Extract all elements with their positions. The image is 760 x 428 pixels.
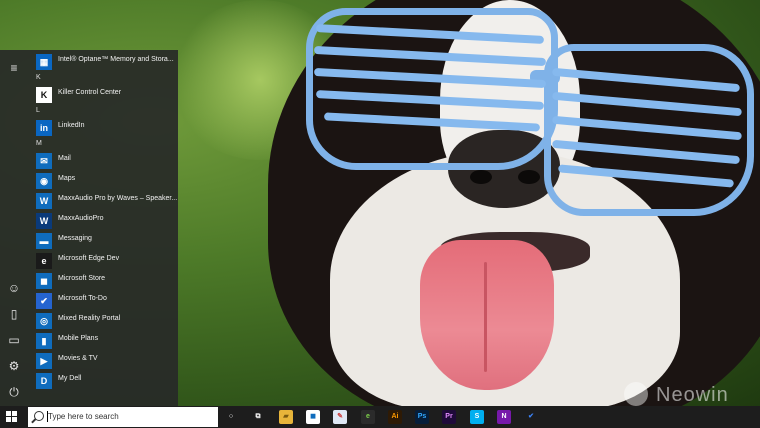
messaging-icon: ▬ [36,233,52,249]
mail-icon: ✉ [36,153,52,169]
my-dell-icon: D [36,373,52,389]
app-list-item[interactable]: ▶ Movies & TV [28,351,178,371]
maxxaudiopro-icon: W [36,213,52,229]
user-avatar-icon[interactable]: ☺ [6,280,22,296]
app-list-item[interactable]: ▬ Messaging [28,231,178,251]
tongue-crease [484,262,487,372]
hamburger-menu-icon[interactable]: ≡ [6,60,22,76]
edge-dev-taskbar-icon[interactable]: e [361,410,375,424]
intel-optane-icon: ▦ [36,54,52,70]
app-list-item[interactable]: ▮ Mobile Plans [28,331,178,351]
movies-tv-icon: ▶ [36,353,52,369]
start-menu: ≡ ☺ ▯ ▭ ⚙ ⏻ ▦ Intel® Optane™ Memory and Stora.… [0,50,178,406]
app-label: My Dell [58,375,82,382]
file-explorer-icon[interactable]: ▰ [279,410,293,424]
taskbar: Type here to search ○ ⧉ ▰ ◼ ✎ e Ai Ps Pr S N ✔ [0,406,760,428]
linkedin-icon: in [36,120,52,136]
todo-icon: ✔ [36,293,52,309]
app-label: Microsoft To-Do [58,295,107,302]
app-label: Mixed Reality Portal [58,315,121,322]
photoshop-icon[interactable]: Ps [415,410,429,424]
dog-tongue [420,240,554,390]
documents-icon[interactable]: ▯ [6,306,22,322]
start-menu-rail: ≡ ☺ ▯ ▭ ⚙ ⏻ [0,50,28,406]
app-label: Maps [58,175,76,182]
illustrator-icon[interactable]: Ai [388,410,402,424]
start-button[interactable] [6,411,18,423]
app-label: Intel® Optane™ Memory and Stora... [58,56,174,63]
app-list-item[interactable]: ◉ Maps [28,171,178,191]
search-box[interactable]: Type here to search [28,407,218,427]
todo-taskbar-icon[interactable]: ✔ [524,410,538,424]
premiere-icon[interactable]: Pr [442,410,456,424]
settings-icon[interactable]: ⚙ [6,358,22,374]
skype-icon[interactable]: S [470,410,484,424]
app-list-item[interactable]: in LinkedIn [28,118,178,138]
app-list-item[interactable]: ✔ Microsoft To-Do [28,291,178,311]
app-label: Mobile Plans [58,335,99,342]
app-label: MaxxAudio Pro by Waves – Speaker... [58,195,178,202]
edge-dev-icon: e [36,253,52,269]
app-label: Movies & TV [58,355,98,362]
store-taskbar-icon[interactable]: ◼ [306,410,320,424]
maxxaudio-icon: W [36,193,52,209]
mixed-reality-icon: ◎ [36,313,52,329]
mobile-plans-icon: ▮ [36,333,52,349]
app-label: MaxxAudioPro [58,215,104,222]
app-list-item[interactable]: ◎ Mixed Reality Portal [28,311,178,331]
search-icon [34,411,44,421]
watermark-text: Neowin [656,384,729,406]
app-label: LinkedIn [58,122,85,129]
maps-icon: ◉ [36,173,52,189]
section-letter[interactable]: K [36,74,41,81]
app-list-item[interactable]: D My Dell [28,371,178,391]
search-placeholder: Type here to search [48,412,119,421]
app-label: Microsoft Edge Dev [58,255,120,262]
cortana-icon[interactable]: ○ [224,410,238,424]
app-list-item[interactable]: ✉ Mail [28,151,178,171]
task-view-icon[interactable]: ⧉ [251,410,265,424]
store-icon: ◼ [36,273,52,289]
neowin-logo-icon [624,382,648,406]
app-label: Microsoft Store [58,275,106,282]
pictures-icon[interactable]: ▭ [6,332,22,348]
killer-icon: K [36,87,52,103]
app-list-item[interactable]: W MaxxAudio Pro by Waves – Speaker... [28,191,178,211]
shutter-shades [300,0,754,216]
onenote-icon[interactable]: N [497,410,511,424]
section-letter[interactable]: M [36,140,42,147]
app-list-item[interactable]: ▦ Intel® Optane™ Memory and Stora... [28,52,178,72]
app-list-item[interactable]: e Microsoft Edge Dev [28,251,178,271]
power-icon[interactable]: ⏻ [6,384,22,400]
app-label: Messaging [58,235,92,242]
app-list-item[interactable]: ◼ Microsoft Store [28,271,178,291]
app-list-item[interactable]: K Killer Control Center [28,85,178,105]
section-letter[interactable]: L [36,107,40,114]
app-label: Killer Control Center [58,89,122,96]
app-label: Mail [58,155,71,162]
app-list-item[interactable]: W MaxxAudioPro [28,211,178,231]
paint-icon[interactable]: ✎ [333,410,347,424]
